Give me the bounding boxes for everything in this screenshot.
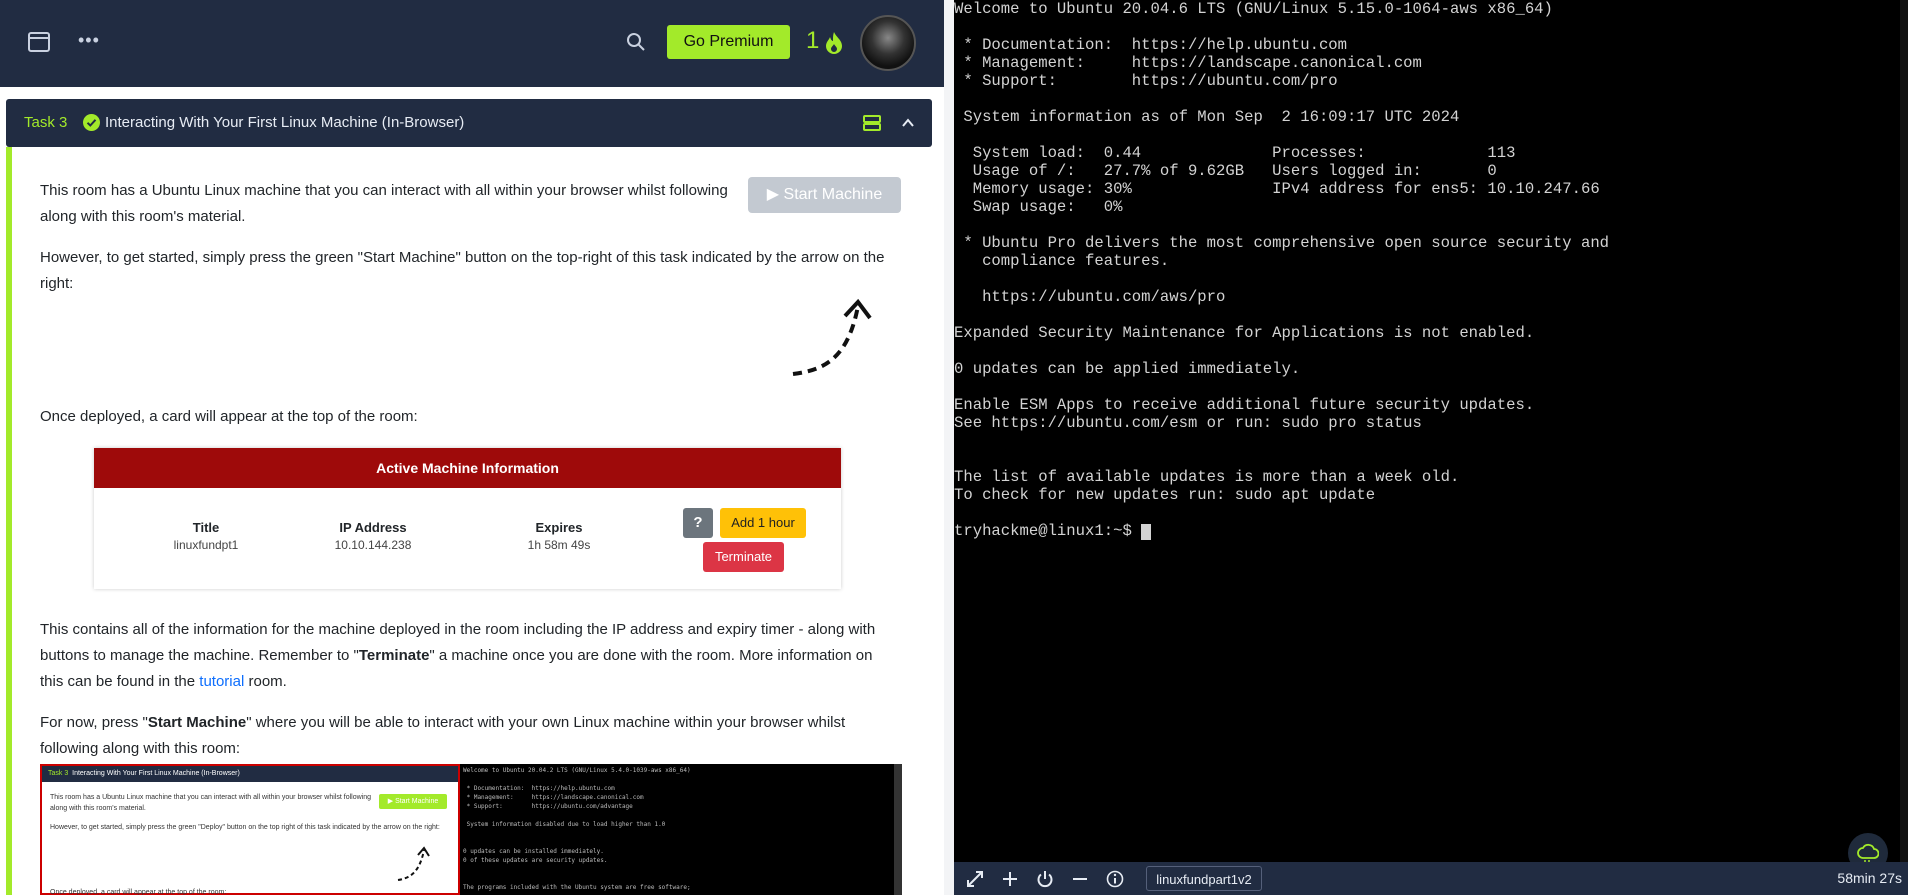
terminal-pane[interactable]: Welcome to Ubuntu 20.04.6 LTS (GNU/Linux… [954,0,1908,862]
terminate-button[interactable]: Terminate [703,542,784,572]
ip-label: IP Address [339,520,407,535]
card-header: Active Machine Information [94,448,841,488]
tutorial-link[interactable]: tutorial [199,673,244,690]
screenshot-arrow-icon [397,846,430,881]
deployed-paragraph: Once deployed, a card will appear at the… [40,408,418,425]
curved-arrow-icon [792,298,872,376]
title-label: Title [192,520,220,535]
start-machine-label: Start Machine [783,186,883,203]
room-panel: ••• Go Premium 1 Task 3 Interacting With… [0,0,944,895]
check-circle-icon [83,114,100,131]
more-icon[interactable]: ••• [78,30,100,51]
start-machine-button[interactable]: ▶ Start Machine [748,177,901,213]
server-stack-icon[interactable] [863,114,881,132]
task-header[interactable]: Task 3 Interacting With Your First Linux… [6,99,932,147]
terminate-emphasis: Terminate [358,647,430,664]
minus-icon[interactable] [1071,870,1089,888]
screenshot-room-pane: Task 3 Interacting With Your First Linux… [40,764,460,895]
screenshot-terminal: Welcome to Ubuntu 20.04.2 LTS (GNU/Linux… [460,764,902,895]
start-machine-emphasis: Start Machine [147,714,247,731]
add-hour-button[interactable]: Add 1 hour [720,508,806,538]
avatar[interactable] [860,15,916,71]
title-value: linuxfundpt1 [173,538,239,552]
play-icon: ▶ [766,186,780,203]
terminal-cursor [1141,524,1152,540]
chevron-up-icon[interactable] [901,116,915,130]
expires-column: Expires 1h 58m 49s [479,520,639,552]
go-premium-button[interactable]: Go Premium [667,25,790,59]
machine-timer: 58min 27s [1837,870,1902,886]
expires-label: Expires [535,520,583,535]
ip-value: 10.10.144.238 [334,538,412,552]
screenshot-start-label: Start Machine [395,798,439,805]
terminal-output[interactable]: Welcome to Ubuntu 20.04.6 LTS (GNU/Linux… [954,0,1609,540]
active-machine-card: Active Machine Information Title linuxfu… [94,448,841,589]
streak-count: 1 [806,27,820,54]
info-icon[interactable] [1106,870,1124,888]
screenshot-start-button: ▶ Start Machine [379,794,447,809]
terminal-scrollbar[interactable] [1900,0,1908,862]
cloud-icon [1857,843,1879,862]
text-span: For now, press " [40,714,148,731]
screenshot-para: Once deployed, a card will appear at the… [50,889,227,895]
text-span: room. [244,673,287,690]
screenshot-task-title: Interacting With Your First Linux Machin… [72,770,240,777]
example-screenshot: Task 3 Interacting With Your First Linux… [40,764,902,895]
screenshot-para: This room has a Ubuntu Linux machine tha… [50,794,371,812]
help-button[interactable]: ? [683,508,713,538]
window-icon[interactable] [28,32,50,52]
expires-value: 1h 58m 49s [527,538,591,552]
machine-title-column: Title linuxfundpt1 [126,520,286,552]
machine-toolbar: linuxfundpart1v2 58min 27s [954,862,1908,895]
machine-name-badge: linuxfundpart1v2 [1146,866,1262,891]
screenshot-task-header: Task 3 Interacting With Your First Linux… [42,766,458,782]
task-title: Interacting With Your First Linux Machin… [105,114,465,131]
ip-column: IP Address 10.10.144.238 [293,520,453,552]
top-navbar: ••• Go Premium 1 [0,0,944,87]
terminal-text: Welcome to Ubuntu 20.04.6 LTS (GNU/Linux… [954,0,1610,504]
task-number: Task 3 [24,114,68,131]
pane-divider[interactable] [944,0,954,895]
expand-icon[interactable] [966,870,984,888]
flame-icon [826,32,842,54]
power-icon[interactable] [1036,870,1054,888]
screenshot-terminal-text: Welcome to Ubuntu 20.04.2 LTS (GNU/Linux… [463,767,691,891]
plus-icon[interactable] [1001,870,1019,888]
instructions-paragraph: However, to get started, simply press th… [40,249,885,292]
start-now-paragraph: For now, press "Start Machine" where you… [40,710,890,762]
machine-info-paragraph: This contains all of the information for… [40,617,890,695]
terminal-prompt: tryhackme@linux1:~$ [954,522,1142,540]
screenshot-task-number: Task 3 [48,770,69,777]
intro-paragraph: This room has a Ubuntu Linux machine tha… [40,182,728,225]
screenshot-para: However, to get started, simply press th… [50,824,440,831]
screenshot-scrollbar [894,764,902,895]
search-icon[interactable] [626,32,646,52]
